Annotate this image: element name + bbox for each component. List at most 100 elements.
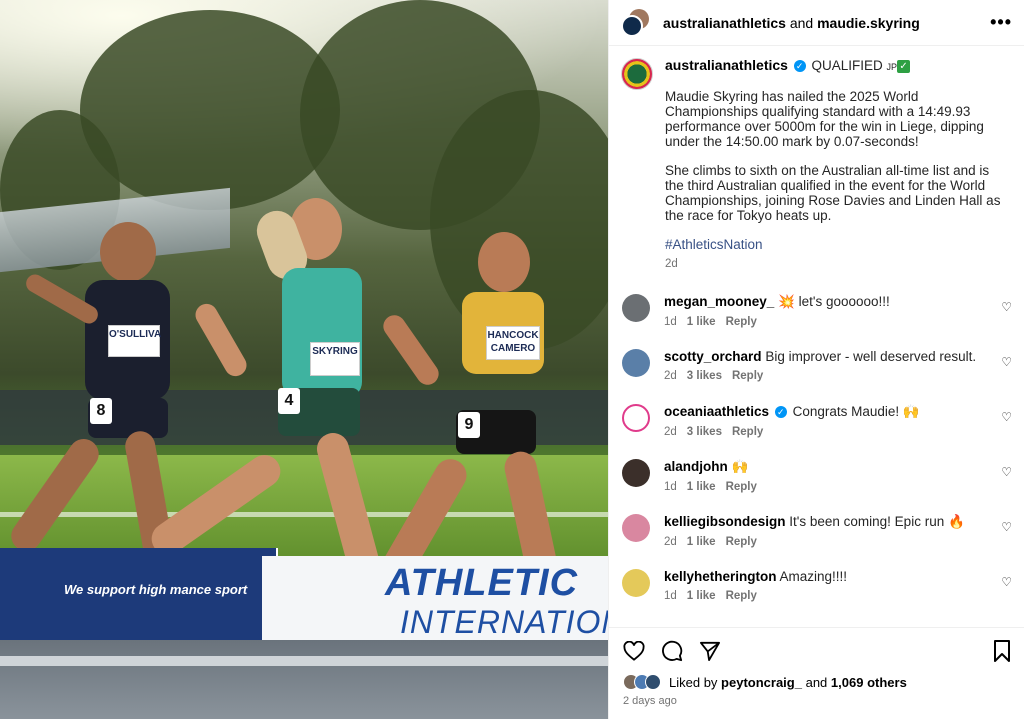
- comment: scotty_orchard Big improver - well deser…: [621, 349, 1012, 404]
- comment-icon[interactable]: [661, 640, 683, 662]
- sponsor-banner-right-line1: ATHLETIC: [385, 562, 579, 604]
- comment-text: Congrats Maudie! 🙌: [792, 404, 920, 419]
- caption-headline: QUALIFIED: [811, 58, 883, 73]
- comment-username[interactable]: alandjohn: [664, 459, 728, 474]
- verified-icon: ✓: [774, 406, 787, 419]
- avatar[interactable]: [622, 349, 650, 377]
- comment-likes[interactable]: 1 like: [687, 481, 716, 493]
- comment: kelliegibsondesign It's been coming! Epi…: [621, 514, 1012, 569]
- comment-time: 2d: [664, 536, 677, 548]
- comment-username[interactable]: kellyhetherington: [664, 569, 777, 584]
- comment-text: Big improver - well deserved result.: [765, 349, 977, 364]
- comment-body: kellyhetherington Amazing!!!! 1d 1 like Re…: [664, 569, 1001, 624]
- runner-hip-number: 4: [278, 388, 300, 414]
- avatar[interactable]: [622, 514, 650, 542]
- sponsor-banner-right-line2: INTERNATIONA: [400, 604, 608, 640]
- likes-summary: Liked by peytoncraig_ and 1,069 others: [623, 674, 1011, 690]
- avatar[interactable]: [622, 404, 650, 432]
- comment-time: 2d: [664, 370, 677, 382]
- liker-username[interactable]: peytoncraig_: [721, 675, 802, 690]
- likes-and: and: [805, 674, 828, 690]
- comment-likes[interactable]: 1 like: [687, 590, 716, 602]
- reply-button[interactable]: Reply: [726, 590, 757, 602]
- liked-by-label: Liked by: [669, 674, 718, 690]
- sponsor-banner-left-text: We support high mance sport: [64, 582, 248, 597]
- post-header: australianathletics and maudie.skyring •…: [609, 0, 1024, 46]
- comment: kellyhetherington Amazing!!!! 1d 1 like Re…: [621, 569, 1012, 624]
- post-caption: australianathletics ✓ QUALIFIED JP ✓ Maud…: [609, 46, 1024, 272]
- comment: oceaniaathletics ✓ Congrats Maudie! 🙌 2d…: [621, 404, 1012, 459]
- comment-time: 1d: [664, 316, 677, 328]
- collab-avatars[interactable]: [621, 8, 649, 37]
- comment-time: 2d: [664, 426, 677, 438]
- post-photo[interactable]: O'SULLIVA 8 SKYRING 4 HANCOCK CAMERO 9 W…: [0, 0, 608, 719]
- caption-paragraph: She climbs to sixth on the Australian al…: [665, 163, 1001, 223]
- comment-text: 🙌: [731, 459, 749, 474]
- author-username[interactable]: australianathletics: [663, 15, 786, 31]
- more-horizontal-icon[interactable]: •••: [990, 12, 1012, 33]
- track-curb: [0, 656, 608, 666]
- caption-body: australianathletics ✓ QUALIFIED JP ✓ Maud…: [665, 58, 1010, 272]
- hashtag-link[interactable]: #AthleticsNation: [665, 237, 1010, 252]
- comment-username[interactable]: kelliegibsondesign: [664, 514, 786, 529]
- comment-likes[interactable]: 1 like: [687, 316, 716, 328]
- heart-icon[interactable]: ♡: [1001, 355, 1012, 404]
- liker-avatars[interactable]: [623, 674, 663, 690]
- likes-others-link[interactable]: 1,069 others: [831, 675, 907, 690]
- heart-icon[interactable]: ♡: [1001, 575, 1012, 624]
- reply-button[interactable]: Reply: [732, 426, 763, 438]
- comment-time: 1d: [664, 590, 677, 602]
- comment-text: Amazing!!!!: [779, 569, 848, 584]
- post-timestamp: 2 days ago: [623, 695, 677, 707]
- avatar[interactable]: [621, 58, 653, 90]
- comment-username[interactable]: scotty_orchard: [664, 349, 762, 364]
- author-username[interactable]: maudie.skyring: [817, 15, 920, 31]
- runner-head: [100, 222, 156, 282]
- check-mark-icon: ✓: [897, 59, 911, 73]
- share-icon[interactable]: [699, 641, 721, 661]
- runner-bib: SKYRING: [310, 342, 360, 376]
- comment-username[interactable]: oceaniaathletics: [664, 404, 769, 419]
- avatar[interactable]: [622, 459, 650, 487]
- avatar: [645, 674, 661, 690]
- authors-and: and: [789, 14, 814, 31]
- caption-timestamp: 2d: [665, 258, 678, 270]
- runner-arm: [191, 299, 251, 381]
- reply-button[interactable]: Reply: [726, 536, 757, 548]
- comment-likes[interactable]: 3 likes: [687, 426, 722, 438]
- caption-paragraph: Maudie Skyring has nailed the 2025 World…: [665, 89, 984, 149]
- reply-button[interactable]: Reply: [726, 316, 757, 328]
- heart-icon[interactable]: ♡: [1001, 410, 1012, 459]
- caption-username[interactable]: australianathletics: [665, 57, 788, 73]
- avatar[interactable]: [622, 294, 650, 322]
- post-actions: Liked by peytoncraig_ and 1,069 others 2…: [609, 627, 1024, 707]
- avatar[interactable]: [622, 569, 650, 597]
- comment-likes[interactable]: 1 like: [687, 536, 716, 548]
- reply-button[interactable]: Reply: [732, 370, 763, 382]
- comment-body: alandjohn 🙌 1d 1 like Reply: [664, 459, 1001, 514]
- comment: megan_mooney_ 💥 let's goooooo!!! 1d 1 lik…: [621, 294, 1012, 349]
- heart-icon[interactable]: ♡: [1001, 465, 1012, 514]
- comment-body: oceaniaathletics ✓ Congrats Maudie! 🙌 2d…: [664, 404, 1001, 459]
- comment-text: It's been coming! Epic run 🔥: [789, 514, 965, 529]
- comment: alandjohn 🙌 1d 1 like Reply ♡: [621, 459, 1012, 514]
- comment-time: 1d: [664, 481, 677, 493]
- comment-body: megan_mooney_ 💥 let's goooooo!!! 1d 1 lik…: [664, 294, 1001, 349]
- heart-icon[interactable]: ♡: [1001, 300, 1012, 349]
- comment-body: kelliegibsondesign It's been coming! Epi…: [664, 514, 1001, 569]
- comment-username[interactable]: megan_mooney_: [664, 294, 774, 309]
- heart-icon[interactable]: ♡: [1001, 520, 1012, 569]
- post-sidebar: australianathletics and maudie.skyring •…: [608, 0, 1024, 719]
- avatar[interactable]: [621, 14, 643, 37]
- jp-badge: JP: [886, 62, 898, 72]
- comment-list: megan_mooney_ 💥 let's goooooo!!! 1d 1 lik…: [609, 294, 1024, 624]
- running-track: [0, 640, 608, 719]
- heart-icon[interactable]: [623, 641, 645, 661]
- verified-icon: ✓: [793, 60, 806, 73]
- bookmark-icon[interactable]: [993, 640, 1011, 662]
- reply-button[interactable]: Reply: [726, 481, 757, 493]
- post-authors: australianathletics and maudie.skyring: [663, 15, 990, 31]
- comment-text: 💥 let's goooooo!!!: [778, 294, 890, 309]
- runner-top: [282, 268, 362, 398]
- comment-likes[interactable]: 3 likes: [687, 370, 722, 382]
